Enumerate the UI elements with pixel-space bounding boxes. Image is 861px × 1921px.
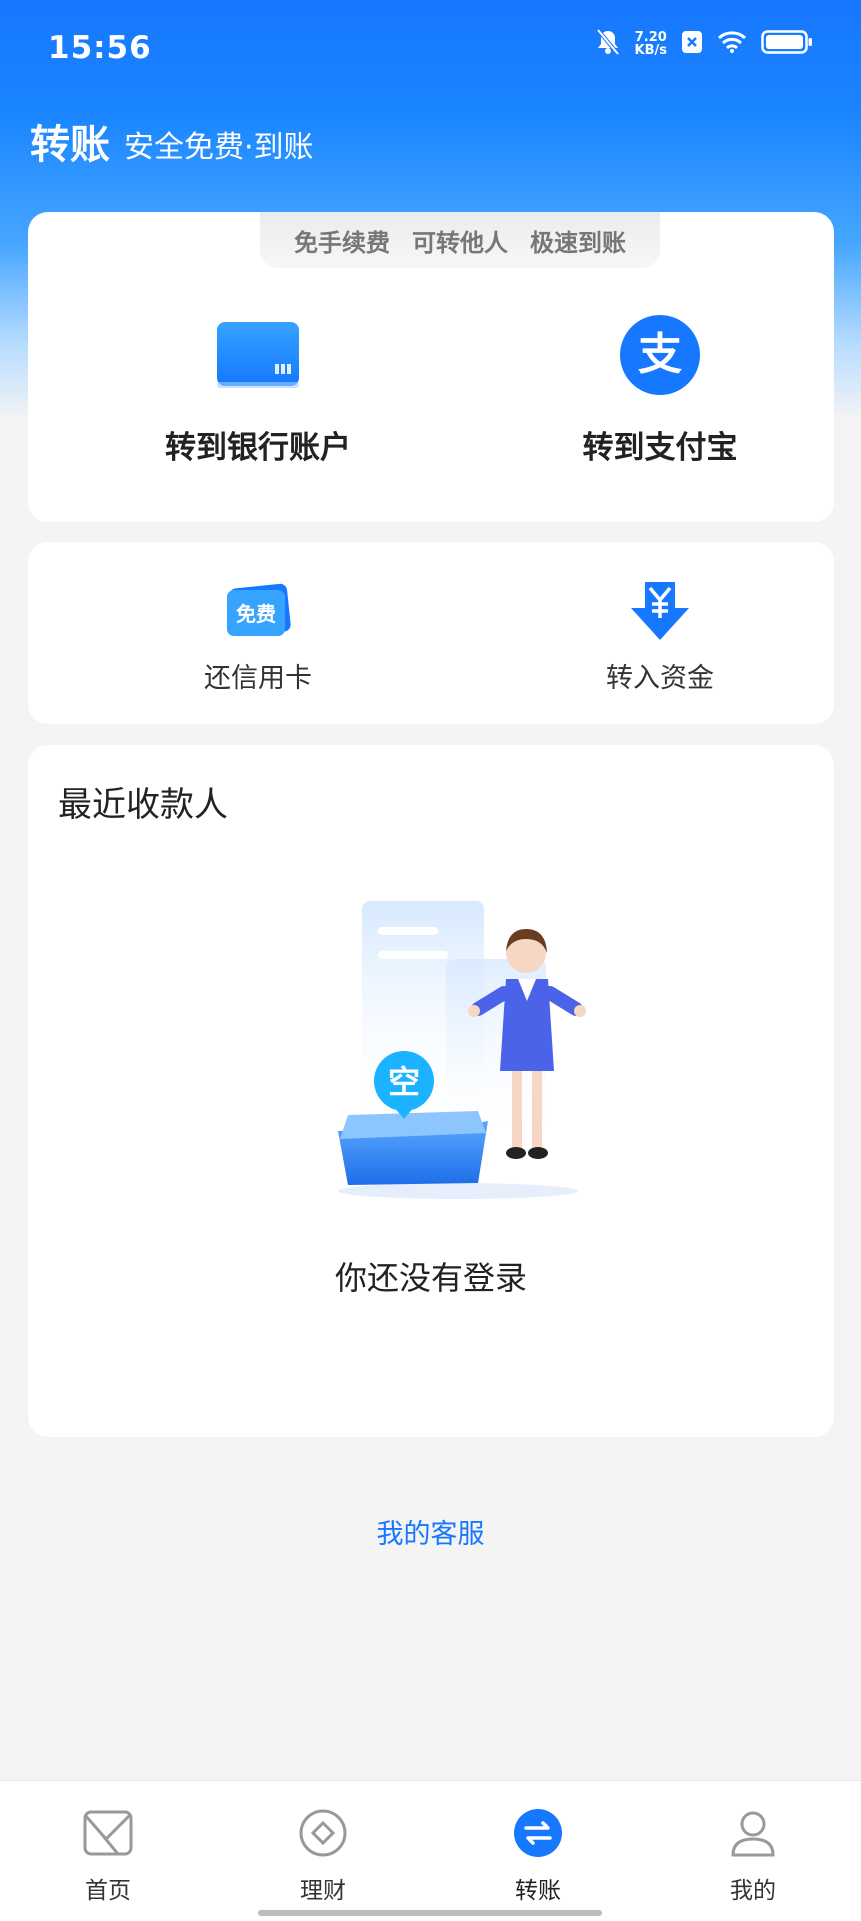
page-title: 转账 — [30, 122, 110, 168]
empty-badge-text: 空 — [388, 1063, 420, 1101]
svg-text:支: 支 — [638, 329, 682, 380]
home-indicator[interactable] — [258, 1910, 602, 1916]
status-bar: 15:56 7.20 KB/s — [0, 0, 861, 100]
transfer-to-bank-label: 转到银行账户 — [165, 430, 351, 466]
page-header: 转账 安全免费·到账 — [30, 112, 314, 170]
recent-recipients-title: 最近收款人 — [58, 785, 228, 825]
empty-state-illustration: 空 — [328, 901, 608, 1201]
nav-home-label: 首页 — [85, 1878, 131, 1904]
wifi-icon — [717, 30, 747, 58]
repay-credit-card-button[interactable]: 免费 还信用卡 — [88, 580, 428, 695]
finance-icon — [295, 1805, 351, 1861]
feature-tag: 免手续费 — [294, 228, 390, 257]
mute-bell-icon — [595, 28, 621, 60]
feature-tag: 极速到账 — [530, 228, 626, 257]
home-icon — [80, 1805, 136, 1861]
page-subtitle: 安全免费·到账 — [124, 130, 314, 165]
yuan-down-icon — [625, 580, 695, 642]
net-speed-unit: KB/s — [634, 43, 667, 58]
bottom-navigation: 首页 理财 转账 我的 — [0, 1780, 861, 1921]
nav-transfer-label: 转账 — [515, 1878, 561, 1904]
nav-home[interactable]: 首页 — [48, 1805, 168, 1905]
nav-profile[interactable]: 我的 — [693, 1805, 813, 1905]
profile-icon — [725, 1805, 781, 1861]
feature-tag: 可转他人 — [412, 228, 508, 257]
transfer-to-bank-button[interactable]: 转到银行账户 — [88, 312, 428, 467]
nav-finance[interactable]: 理财 — [263, 1805, 383, 1905]
empty-state-text: 你还没有登录 — [334, 1259, 527, 1297]
quick-actions-card: 免费 还信用卡 转入资金 — [28, 542, 834, 724]
nav-profile-label: 我的 — [730, 1878, 776, 1904]
nav-finance-label: 理财 — [300, 1878, 346, 1904]
alipay-icon: 支 — [617, 312, 703, 398]
recent-recipients-card: 最近收款人 空 你还没有登录 — [28, 745, 834, 1437]
bank-card-icon — [215, 312, 301, 398]
transfer-in-funds-button[interactable]: 转入资金 — [490, 580, 830, 695]
transfer-icon — [510, 1805, 566, 1861]
customer-service-link[interactable]: 我的客服 — [0, 1512, 861, 1551]
free-badge-text: 免费 — [236, 602, 276, 626]
battery-icon — [761, 29, 813, 59]
feature-tags: 免手续费 可转他人 极速到账 — [260, 212, 660, 268]
status-icons: 7.20 KB/s — [595, 28, 813, 60]
transfer-to-alipay-label: 转到支付宝 — [582, 430, 738, 466]
nav-transfer[interactable]: 转账 — [478, 1805, 598, 1905]
status-time: 15:56 — [48, 30, 152, 66]
free-card-icon: 免费 — [223, 580, 293, 642]
repay-credit-card-label: 还信用卡 — [204, 663, 312, 694]
net-speed: 7.20 KB/s — [635, 31, 667, 57]
transfer-in-funds-label: 转入资金 — [606, 663, 714, 694]
close-badge-icon — [681, 30, 703, 58]
transfer-to-alipay-button[interactable]: 支 转到支付宝 — [490, 312, 830, 467]
transfer-card: 免手续费 可转他人 极速到账 转到银行账户 支 转到支付宝 — [28, 212, 834, 522]
